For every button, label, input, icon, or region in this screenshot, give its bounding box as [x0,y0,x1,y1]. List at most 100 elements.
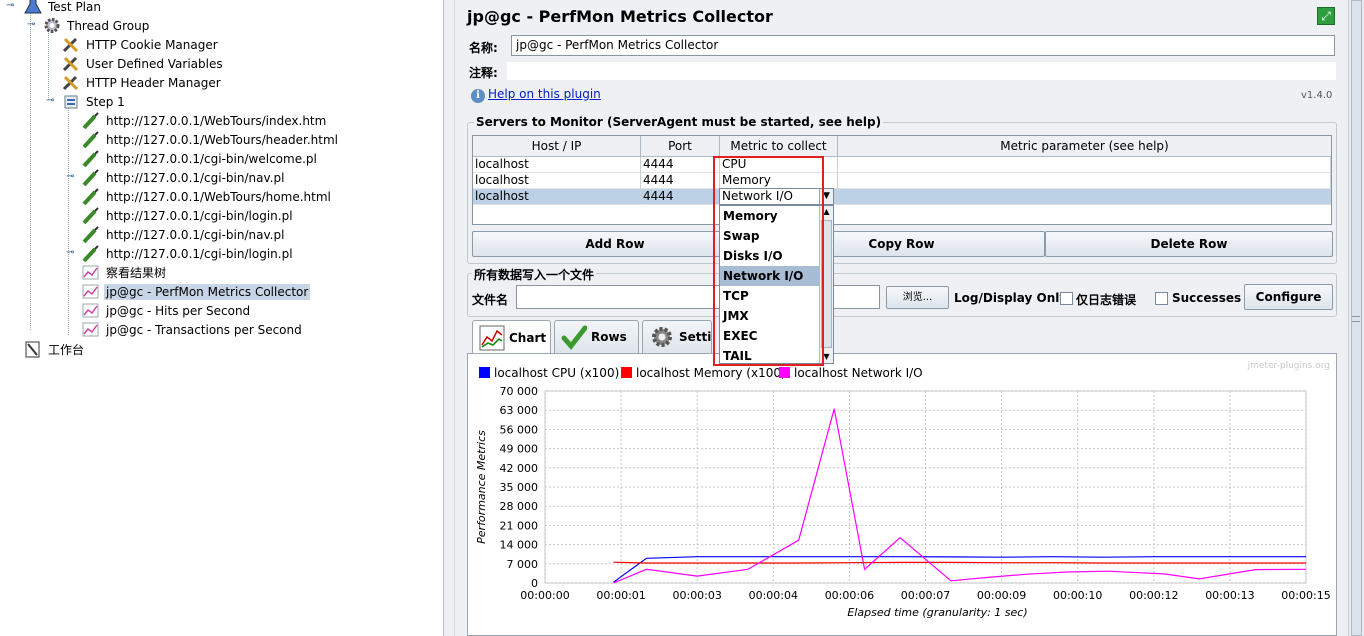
tree-item-label: http://127.0.0.1/cgi-bin/nav.pl [106,227,285,242]
tree-item[interactable]: Thread Group [43,16,151,35]
perfmon-config-panel: jp@gc - PerfMon Metrics Collector ⤢ 名称: … [455,0,1348,636]
y-tick-label: 70 000 [500,385,539,398]
split-pane-divider[interactable] [443,0,455,636]
sampler-pen-icon [82,131,100,149]
header-metric-param[interactable]: Metric parameter (see help) [838,136,1331,157]
legend-swatch [479,367,490,378]
tree-toggle-icon[interactable]: ⊸ [66,248,74,258]
tree-item-label: http://127.0.0.1/WebTours/index.htm [106,113,327,128]
tree-item[interactable]: Step 1 [62,92,127,111]
tree-connector-line [48,30,49,100]
comment-field[interactable] [507,62,1336,80]
header-port[interactable]: Port [641,136,720,157]
tree-item-label: jp@gc - Hits per Second [106,303,251,318]
x-tick-label: 00:00:06 [825,589,874,602]
table-cell-port[interactable]: 4444 [641,173,720,189]
tree-item[interactable]: jp@gc - Transactions per Second [82,320,304,339]
graph-icon [82,264,100,281]
tree-item[interactable]: http://127.0.0.1/WebTours/header.html [82,130,340,149]
tree-item[interactable]: http://127.0.0.1/WebTours/index.htm [82,111,328,130]
tree-item-label: http://127.0.0.1/WebTours/home.html [106,189,331,204]
tree-item[interactable]: Test Plan [24,0,103,16]
tree-toggle-icon[interactable]: ⊸ [46,96,54,106]
filename-input-end[interactable] [830,285,880,309]
tree-item-label: http://127.0.0.1/cgi-bin/login.pl [106,246,293,261]
tree-item[interactable]: http://127.0.0.1/cgi-bin/nav.pl [82,225,286,244]
tree-item[interactable]: http://127.0.0.1/WebTours/home.html [82,187,333,206]
file-group-title: 所有数据写入一个文件 [472,266,597,283]
tree-item[interactable]: jp@gc - Hits per Second [82,301,252,320]
sampler-pen-icon [82,188,100,206]
graph-icon [82,302,100,319]
panel-scrollbar[interactable] [1348,0,1364,636]
successes-checkbox[interactable] [1155,292,1168,305]
table-cell-host[interactable]: localhost [473,157,641,173]
expand-icon[interactable]: ⤢ [1317,7,1335,25]
jmeter-window: Test Plan ⊸ Thread Group ⊸ HTTP Cookie Manag… [0,0,1364,636]
table-cell-host[interactable]: localhost [473,189,641,205]
configure-button[interactable]: Configure [1244,284,1333,310]
y-tick-label: 21 000 [500,519,539,532]
servers-group-title: Servers to Monitor (ServerAgent must be … [474,115,884,129]
checkmark-icon [561,324,588,350]
y-tick-label: 42 000 [500,462,539,475]
y-tick-label: 7 000 [507,558,539,571]
browse-button[interactable]: 浏览... [886,286,949,309]
tree-item[interactable]: http://127.0.0.1/cgi-bin/nav.pl [82,168,286,187]
tree-item-label: jp@gc - Transactions per Second [106,322,302,337]
highlight-annotation [713,156,824,366]
tree-item[interactable]: http://127.0.0.1/cgi-bin/login.pl [82,206,295,225]
sampler-pen-icon [82,245,100,263]
tree-toggle-icon[interactable]: ⊸ [27,20,35,30]
help-link[interactable]: Help on this plugin [488,87,601,101]
x-tick-label: 00:00:12 [1129,589,1178,602]
table-cell-port[interactable]: 4444 [641,157,720,173]
tree-item[interactable]: http://127.0.0.1/cgi-bin/login.pl [82,244,295,263]
tree-toggle-icon[interactable]: ⊸ [66,172,74,182]
errors-only-checkbox[interactable] [1060,292,1073,305]
table-cell-host[interactable]: localhost [473,173,641,189]
log-display-label: Log/Display Only: [954,291,1072,305]
tree-item[interactable]: jp@gc - PerfMon Metrics Collector [82,282,311,301]
table-cell-port[interactable]: 4444 [641,189,720,205]
tree-item[interactable]: 工作台 [24,340,86,359]
errors-only-label: 仅日志错误 [1076,293,1137,307]
x-axis-label: Elapsed time (granularity: 1 sec) [847,606,1027,619]
table-cell-param[interactable] [838,173,1331,189]
x-tick-label: 00:00:01 [596,589,645,602]
tree-item-label: HTTP Cookie Manager [86,37,218,52]
tree-item[interactable]: HTTP Header Manager [62,73,223,92]
tab-rows[interactable]: Rows [554,320,639,353]
tab-rows-label: Rows [591,330,627,344]
tree-item[interactable]: http://127.0.0.1/cgi-bin/welcome.pl [82,149,319,168]
watermark-text: jmeter-plugins.org [1247,361,1330,371]
test-plan-tree[interactable]: Test Plan ⊸ Thread Group ⊸ HTTP Cookie Manag… [0,0,443,636]
tree-item-label: http://127.0.0.1/cgi-bin/nav.pl [106,170,285,185]
workbench-icon [24,341,42,358]
tree-connector-line [68,106,69,335]
header-metric[interactable]: Metric to collect [720,136,838,157]
tree-item-label: http://127.0.0.1/cgi-bin/welcome.pl [106,151,317,166]
tree-item[interactable]: HTTP Cookie Manager [62,35,220,54]
tab-settings[interactable]: Settings [642,320,712,353]
servers-table[interactable]: Host / IP Port Metric to collect Metric … [472,135,1332,225]
info-icon: i [471,89,485,103]
header-host[interactable]: Host / IP [473,136,641,157]
name-field[interactable]: jp@gc - PerfMon Metrics Collector [511,35,1335,56]
flask-icon [24,0,42,15]
tree-item-label: jp@gc - PerfMon Metrics Collector [104,283,311,300]
tree-item-label: 工作台 [48,343,85,357]
tree-item[interactable]: 察看结果树 [82,263,168,282]
tab-settings-label: Settings [679,330,712,344]
sampler-pen-icon [82,226,100,244]
tree-item-label: User Defined Variables [86,56,223,71]
table-cell-param[interactable] [838,189,1331,205]
gear-icon [43,17,61,34]
table-cell-param[interactable] [838,157,1331,173]
chart-panel[interactable]: jmeter-plugins.org localhost CPU (x100) lo… [467,353,1337,636]
tree-toggle-icon[interactable]: ⊸ [6,1,14,11]
delete-row-button[interactable]: Delete Row [1045,231,1333,257]
tree-item[interactable]: User Defined Variables [62,54,225,73]
tree-item-label: HTTP Header Manager [86,75,221,90]
tab-chart[interactable]: Chart [472,320,551,354]
